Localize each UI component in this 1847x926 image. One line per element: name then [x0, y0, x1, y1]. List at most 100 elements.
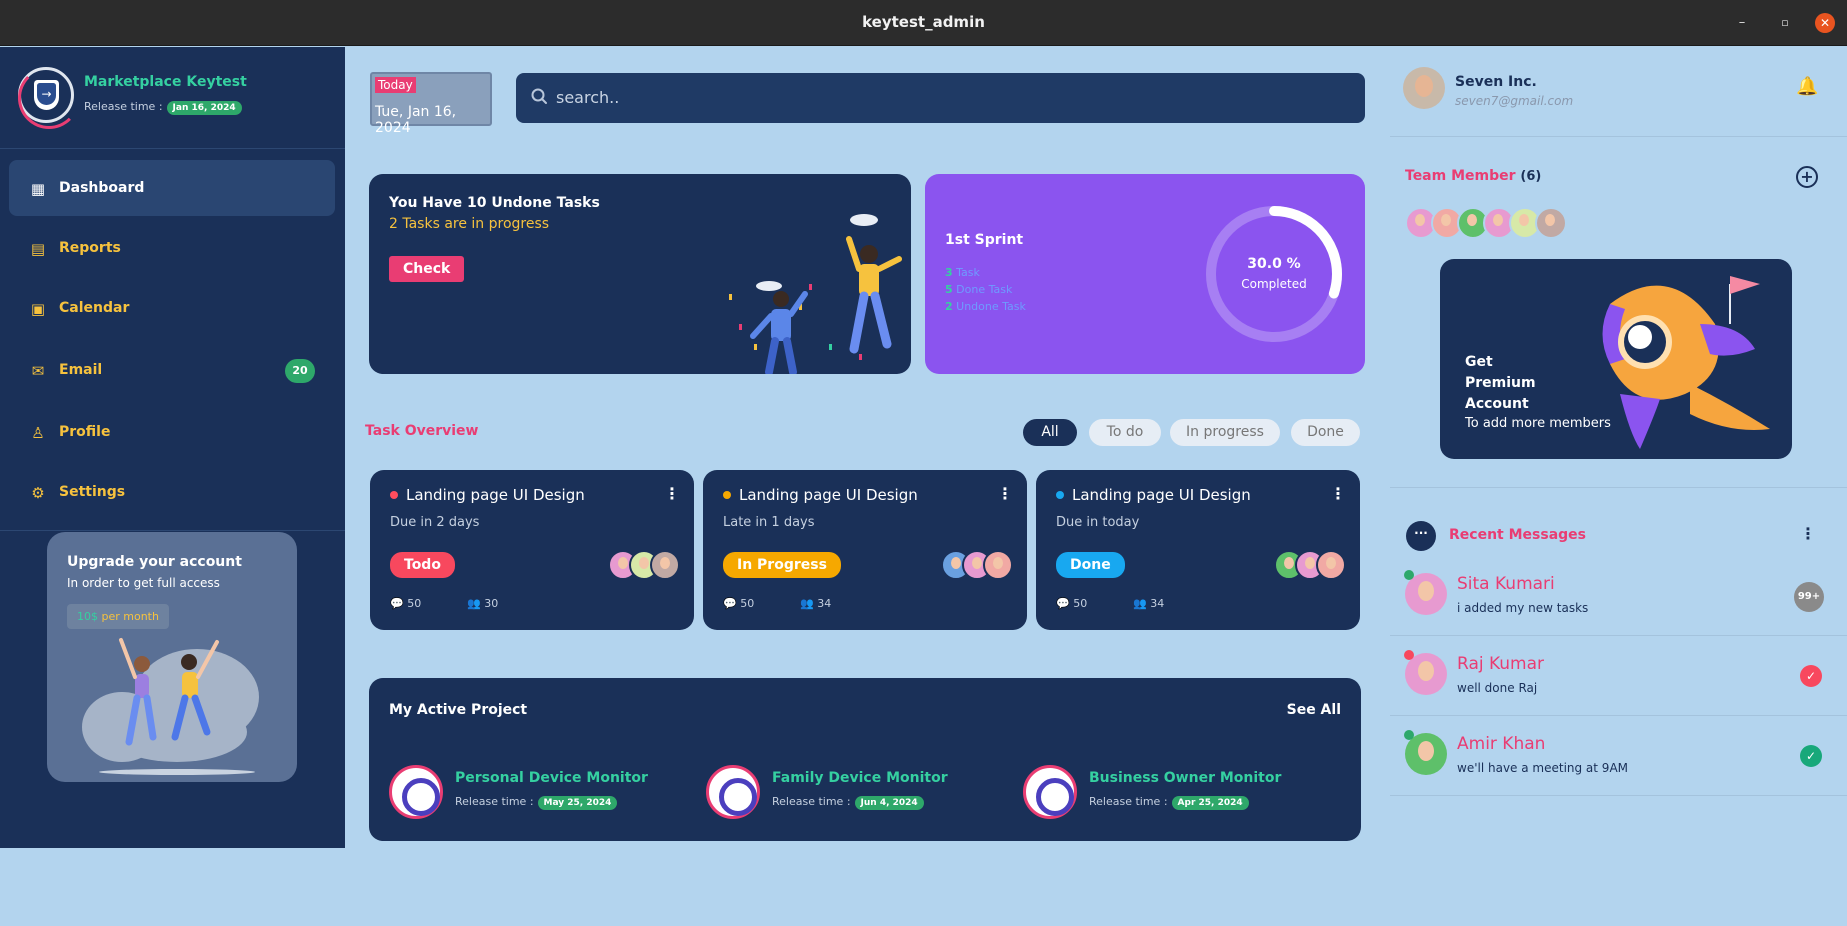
message-item[interactable]: Sita Kumari i added my new tasks 99+ [1390, 558, 1847, 636]
filter-all[interactable]: All [1023, 419, 1077, 446]
release-date-badge: Jun 4, 2024 [854, 796, 924, 810]
task-card[interactable]: Landing page UI Design ⋮ Due in 2 days T… [370, 470, 694, 630]
release-label: Release time : [1089, 795, 1168, 808]
avatar [650, 550, 680, 580]
members-value: 34 [1150, 597, 1165, 610]
assignee-avatars [608, 550, 680, 580]
team-member-title: Team Member (6) [1405, 168, 1541, 184]
active-projects-card: My Active Project See All Personal Devic… [369, 678, 1361, 841]
gear-icon: ⚙ [31, 484, 45, 502]
shield-icon: → [34, 80, 59, 110]
upgrade-title: Upgrade your account [67, 554, 242, 570]
users-icon: 👥 [467, 597, 481, 610]
project-release: Release time : Jun 4, 2024 [772, 795, 924, 810]
offline-indicator [1404, 650, 1414, 660]
task-due: Due in 2 days [390, 515, 480, 530]
user-avatar[interactable] [1403, 67, 1445, 109]
comment-icon: 💬 [723, 597, 737, 610]
undone-label: Undone Task [956, 300, 1026, 313]
sidebar-item-label: Dashboard [59, 180, 145, 196]
bell-icon[interactable]: 🔔 [1796, 76, 1818, 98]
sprint-card: 1st Sprint 3 Task 5 Done Task 2 Undone T… [925, 174, 1365, 374]
members-value: 34 [817, 597, 832, 610]
filter-done[interactable]: Done [1291, 419, 1360, 446]
sidebar-item-email[interactable]: ✉ Email 20 [9, 342, 335, 398]
users-icon: 👥 [800, 597, 814, 610]
message-preview: we'll have a meeting at 9AM [1457, 761, 1629, 775]
project-release: Release time : May 25, 2024 [455, 795, 618, 810]
maximize-icon[interactable]: ▫ [1775, 13, 1795, 33]
user-email: seven7@gmail.com [1455, 94, 1574, 108]
member-count: 👥 34 [800, 597, 831, 610]
upgrade-card[interactable]: Upgrade your account In order to get ful… [47, 532, 297, 782]
sidebar-item-calendar[interactable]: ▣ Calendar [9, 280, 335, 336]
search-bar[interactable]: search.. [516, 73, 1365, 123]
task-card[interactable]: Landing page UI Design ⋮ Due in today Do… [1036, 470, 1360, 630]
member-count: 👥 34 [1133, 597, 1164, 610]
upgrade-illustration [82, 638, 259, 775]
project-name: Business Owner Monitor [1089, 770, 1282, 786]
task-overview-title: Task Overview [365, 423, 479, 439]
minimize-icon[interactable]: – [1732, 13, 1752, 33]
task-status-badge: In Progress [723, 552, 841, 578]
user-icon: ♙ [31, 424, 45, 442]
more-options-icon[interactable]: ⋮ [1800, 524, 1816, 543]
sidebar-item-dashboard[interactable]: ▦ Dashboard [9, 160, 335, 216]
more-options-icon[interactable]: ⋮ [664, 484, 680, 503]
check-button[interactable]: Check [389, 256, 465, 282]
today-date: Tue, Jan 16, 2024 [375, 104, 457, 136]
read-check-icon: ✓ [1800, 665, 1822, 687]
search-input[interactable]: search.. [556, 88, 619, 107]
chat-icon: ··· [1406, 521, 1436, 551]
release-label: Release time : [84, 100, 163, 113]
release-date-badge: Jan 16, 2024 [166, 101, 242, 115]
sender-name: Raj Kumar [1457, 654, 1545, 674]
today-date-box[interactable]: Today Tue, Jan 16, 2024 [370, 72, 492, 136]
avatar [983, 550, 1013, 580]
team-avatars [1405, 207, 1567, 241]
brand-logo: → [18, 67, 80, 129]
task-status-badge: Done [1056, 552, 1125, 578]
clipboard-icon: ▤ [30, 240, 46, 258]
premium-subtitle: To add more members [1465, 416, 1611, 431]
more-options-icon[interactable]: ⋮ [1330, 484, 1346, 503]
panel-divider [1390, 487, 1847, 488]
project-release: Release time : Apr 25, 2024 [1089, 795, 1249, 810]
filter-in-progress[interactable]: In progress [1170, 419, 1280, 446]
sidebar-divider [0, 148, 345, 149]
sidebar-item-reports[interactable]: ▤ Reports [9, 220, 335, 276]
unread-count-badge: 99+ [1794, 582, 1824, 612]
add-member-icon[interactable]: + [1796, 166, 1818, 188]
premium-card[interactable]: Get Premium Account To add more members [1440, 259, 1792, 459]
sprint-done-stat: 5 Done Task [945, 283, 1012, 296]
message-item[interactable]: Amir Khan we'll have a meeting at 9AM ✓ [1390, 718, 1847, 796]
see-all-link[interactable]: See All [1287, 702, 1341, 718]
search-icon [531, 88, 547, 104]
message-item[interactable]: Raj Kumar well done Raj ✓ [1390, 638, 1847, 716]
sprint-task-stat: 3 Task [945, 266, 980, 279]
task-label: Task [956, 266, 980, 279]
calendar-icon: ▣ [30, 300, 46, 318]
online-indicator [1404, 730, 1414, 740]
comment-icon: 💬 [1056, 597, 1070, 610]
more-options-icon[interactable]: ⋮ [997, 484, 1013, 503]
comment-count: 💬 50 [723, 597, 754, 610]
comments-value: 50 [740, 597, 755, 610]
celebration-illustration [729, 214, 902, 374]
avatar[interactable] [1535, 207, 1567, 239]
task-count: 3 [945, 266, 953, 279]
sidebar-item-profile[interactable]: ♙ Profile [9, 404, 335, 460]
team-title-text: Team Member [1405, 168, 1516, 184]
task-card[interactable]: Landing page UI Design ⋮ Late in 1 days … [703, 470, 1027, 630]
today-tag: Today [375, 77, 416, 93]
mail-icon: ✉ [31, 362, 45, 380]
premium-heading: Get Premium Account [1465, 354, 1536, 412]
close-icon[interactable]: ✕ [1815, 13, 1835, 33]
filter-todo[interactable]: To do [1089, 419, 1161, 446]
task-title: Landing page UI Design [406, 486, 585, 504]
assignee-avatars [941, 550, 1013, 580]
sidebar-item-settings[interactable]: ⚙ Settings [9, 464, 335, 520]
message-preview: well done Raj [1457, 681, 1538, 695]
recent-messages-title: Recent Messages [1449, 527, 1586, 543]
task-status-badge: Todo [390, 552, 455, 578]
